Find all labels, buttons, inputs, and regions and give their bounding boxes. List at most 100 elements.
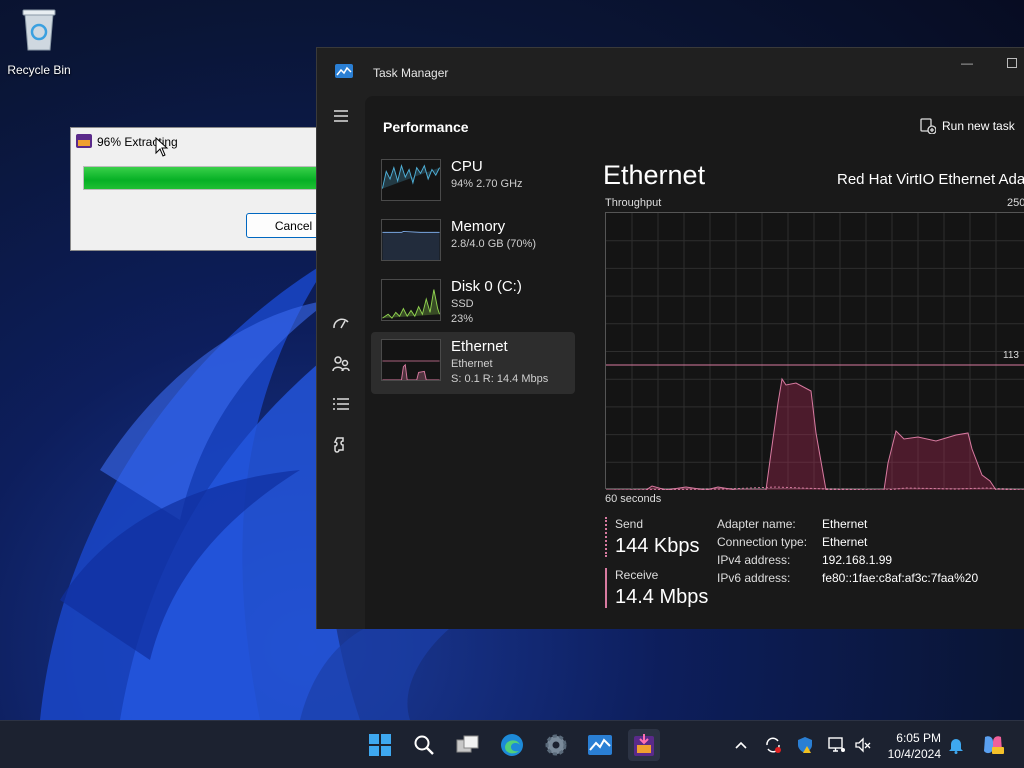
nav-rail: [317, 96, 365, 629]
task-manager-icon: [588, 735, 612, 755]
chevron-up-icon: [735, 741, 747, 749]
throughput-graph: [605, 212, 1024, 490]
services-icon[interactable]: [331, 434, 351, 454]
scale-max-label: 250: [1007, 197, 1024, 209]
mouse-cursor-icon: [155, 137, 169, 157]
property-row: IPv4 address: 192.168.1.99: [717, 553, 978, 571]
menu-icon[interactable]: [331, 106, 351, 126]
ethernet-thumbnail-graph: [381, 339, 441, 381]
page-title: Performance: [383, 119, 469, 135]
settings-app-button[interactable]: [540, 729, 572, 761]
network-icon: [828, 737, 845, 752]
send-label: Send: [615, 517, 644, 531]
property-value: 192.168.1.99: [822, 553, 893, 567]
clock-date: 10/4/2024: [887, 747, 941, 761]
receive-stat: Receive 14.4 Mbps: [605, 568, 708, 608]
search-icon: [414, 735, 434, 755]
task-manager-app-icon: [335, 64, 353, 78]
tray-overflow-button[interactable]: [731, 735, 751, 755]
run-new-task-button[interactable]: Run new task: [920, 118, 1015, 134]
perf-item-type: Ethernet: [451, 358, 493, 370]
archiver-taskbar-button[interactable]: [628, 729, 660, 761]
extract-dialog: 96% Extracting ✕ Cancel: [70, 127, 354, 251]
task-view-icon: [456, 735, 479, 753]
task-view-button[interactable]: [452, 729, 484, 761]
extract-progress-bar: [83, 166, 341, 190]
disk-thumbnail-graph: [381, 279, 441, 321]
performance-pane: Performance Run new task CPU 94% 2.70 GH…: [365, 96, 1024, 629]
memory-thumbnail-graph: [381, 219, 441, 261]
perf-item-name: Ethernet: [451, 338, 508, 355]
property-key: Connection type:: [717, 535, 808, 549]
taskbar: 6:05 PM 10/4/2024: [0, 720, 1024, 768]
property-row: IPv6 address: fe80::1fae:c8af:af3c:7faa%…: [717, 571, 978, 589]
property-row: Adapter name: Ethernet: [717, 517, 978, 535]
perf-item-disk[interactable]: Disk 0 (C:) SSD 23%: [371, 272, 575, 334]
tray-notifications[interactable]: [946, 735, 966, 755]
perf-item-memory[interactable]: Memory 2.8/4.0 GB (70%): [371, 212, 575, 274]
tray-sync[interactable]: [763, 735, 783, 755]
tray-volume[interactable]: [853, 735, 873, 755]
send-value: 144 Kbps: [615, 535, 700, 557]
taskbar-clock[interactable]: 6:05 PM 10/4/2024: [876, 730, 941, 762]
send-stat: Send 144 Kbps: [605, 517, 700, 557]
edge-icon: [501, 734, 523, 756]
edge-button[interactable]: [496, 729, 528, 761]
tray-defender[interactable]: [795, 735, 815, 755]
perf-item-name: CPU: [451, 158, 483, 175]
archiver-app-icon: [76, 134, 92, 148]
detail-title: Ethernet: [603, 160, 706, 190]
start-icon: [369, 734, 391, 756]
perf-item-name: Memory: [451, 218, 506, 235]
sync-icon: [766, 737, 781, 753]
property-value: fe80::1fae:c8af:af3c:7faa%20: [822, 571, 979, 585]
extract-progress-fill: [84, 167, 330, 189]
perf-item-value: 23%: [451, 313, 474, 325]
adapter-properties: Adapter name: Ethernet Connection type: …: [717, 517, 978, 589]
graph-line-label: 113: [1003, 350, 1019, 361]
property-value: Ethernet: [822, 535, 868, 549]
recycle-bin-icon: [22, 9, 56, 51]
receive-value: 14.4 Mbps: [615, 586, 709, 608]
perf-item-ethernet[interactable]: Ethernet Ethernet S: 0.1 R: 14.4 Mbps: [371, 332, 575, 394]
run-task-icon: [920, 118, 936, 134]
clock-time: 6:05 PM: [896, 731, 941, 745]
task-manager-window: Task Manager — Performance Run new task …: [316, 47, 1024, 629]
archiver-icon: [634, 734, 654, 756]
throughput-label: Throughput: [605, 197, 662, 209]
task-manager-taskbar-button[interactable]: [584, 729, 616, 761]
perf-item-type: SSD: [451, 298, 474, 310]
recycle-bin-label: Recycle Bin: [7, 63, 71, 77]
details-icon[interactable]: [331, 394, 351, 414]
property-key: IPv4 address:: [717, 553, 791, 567]
property-row: Connection type: Ethernet: [717, 535, 978, 553]
minimize-icon[interactable]: —: [961, 56, 973, 70]
receive-label: Receive: [615, 568, 659, 582]
property-key: Adapter name:: [717, 517, 796, 531]
perf-item-name: Disk 0 (C:): [451, 278, 522, 295]
perf-item-value: S: 0.1 R: 14.4 Mbps: [451, 373, 549, 385]
start-button[interactable]: [364, 729, 396, 761]
throughput-graph-svg: [606, 213, 1024, 490]
task-manager-titlebar[interactable]: Task Manager —: [317, 48, 1024, 96]
tray-copilot[interactable]: [980, 735, 1006, 755]
perf-item-value: 2.8/4.0 GB (70%): [451, 238, 536, 250]
search-button[interactable]: [408, 729, 440, 761]
property-value: Ethernet: [822, 517, 868, 531]
copilot-icon: [984, 736, 1004, 754]
startup-icon[interactable]: [331, 314, 351, 334]
time-axis-label: 60 seconds: [605, 493, 662, 505]
window-title: Task Manager: [373, 66, 449, 80]
perf-item-value: 94% 2.70 GHz: [451, 178, 523, 190]
adapter-description: Red Hat VirtIO Ethernet Ada: [837, 171, 1024, 188]
cpu-thumbnail-graph: [381, 159, 441, 201]
desktop-icon-recycle-bin[interactable]: Recycle Bin: [4, 6, 74, 77]
perf-item-cpu[interactable]: CPU 94% 2.70 GHz: [371, 152, 575, 214]
settings-gear-icon: [545, 734, 567, 756]
defender-icon: [798, 737, 812, 753]
users-icon[interactable]: [331, 354, 351, 374]
property-key: IPv6 address:: [717, 571, 791, 585]
volume-icon: [855, 737, 871, 753]
tray-network[interactable]: [827, 735, 847, 755]
maximize-icon[interactable]: [1007, 58, 1017, 68]
